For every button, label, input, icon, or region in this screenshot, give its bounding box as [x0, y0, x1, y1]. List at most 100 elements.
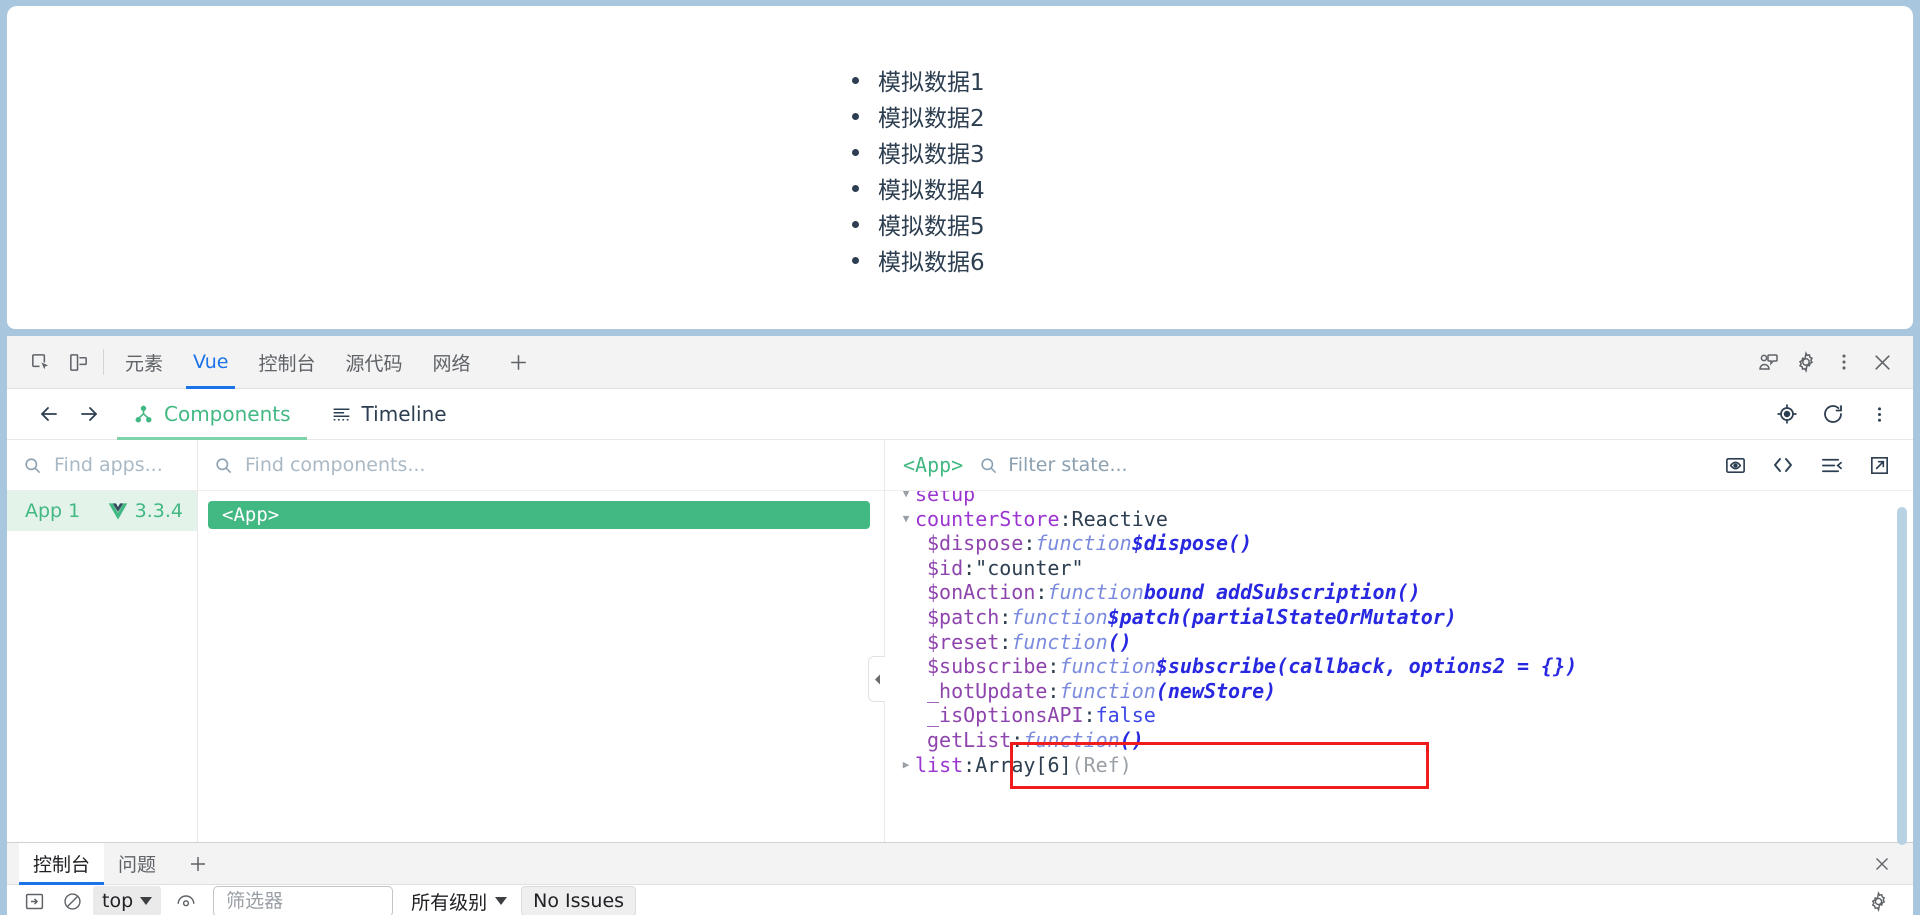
state-row-patch[interactable]: $patch : function $patch(partialStateOrM… — [885, 605, 1913, 630]
vue-panel-body: App 1 3.3.4 — [7, 440, 1913, 909]
state-row-list[interactable]: ▶ list : Array[6] (Ref) — [885, 753, 1913, 778]
detach-window-icon[interactable] — [1859, 445, 1899, 485]
devtools-window: 元素 Vue 控制台 源代码 网络 Components Timeline Fi… — [7, 336, 1913, 909]
console-sidebar-icon[interactable] — [17, 885, 51, 915]
console-level-value: 所有级别 — [411, 891, 488, 914]
state-value-name: () — [1107, 629, 1132, 654]
component-node-app[interactable]: <App> — [208, 501, 870, 529]
state-value-keyword: function — [1011, 604, 1108, 629]
refresh-icon[interactable] — [1813, 394, 1853, 434]
state-row-getlist[interactable]: getList : function () — [885, 728, 1913, 753]
chevron-down-icon[interactable]: ▼ — [897, 507, 915, 532]
state-row-counterstore[interactable]: ▼ counterStore : Reactive — [885, 507, 1913, 532]
chevron-right-icon[interactable]: ▶ — [897, 753, 915, 778]
state-row-id[interactable]: $id : "counter" — [885, 556, 1913, 581]
collapse-panel-handle[interactable] — [868, 656, 885, 702]
drawer-close-icon[interactable] — [1865, 847, 1899, 881]
more-vertical-icon[interactable] — [1825, 343, 1863, 381]
device-toolbar-icon[interactable] — [59, 343, 97, 381]
devtools-tab-sources[interactable]: 源代码 — [330, 336, 417, 389]
state-row-dispose[interactable]: $dispose : function $dispose() — [885, 531, 1913, 556]
open-in-editor-icon[interactable] — [1763, 445, 1803, 485]
filter-state-input[interactable] — [1006, 453, 1707, 477]
state-value: Array[6] — [975, 752, 1072, 777]
state-key: _isOptionsAPI — [927, 703, 1084, 728]
devtools-tab-elements[interactable]: 元素 — [110, 336, 178, 389]
collapse-all-icon[interactable] — [1811, 445, 1851, 485]
state-value-keyword: function — [1011, 629, 1108, 654]
devtools-tab-network[interactable]: 网络 — [418, 336, 486, 389]
state-key: setup — [915, 491, 976, 506]
state-key: getList — [927, 727, 1012, 752]
list-item: 模拟数据4 — [852, 170, 985, 206]
state-row-setup[interactable]: ▼ setup — [885, 491, 1913, 507]
drawer-tab-console[interactable]: 控制台 — [19, 842, 105, 885]
vue-tab-timeline[interactable]: Timeline — [315, 389, 463, 440]
state-value-keyword: function — [1035, 531, 1132, 556]
state-scrollbar[interactable] — [1897, 507, 1907, 845]
clear-console-icon[interactable] — [55, 885, 89, 915]
app-list-item-app1[interactable]: App 1 3.3.4 — [7, 491, 197, 531]
state-value: "counter" — [975, 555, 1084, 580]
state-sep: : — [963, 752, 976, 777]
state-value: false — [1095, 703, 1156, 728]
list-item: 模拟数据3 — [852, 134, 985, 170]
state-row-onaction[interactable]: $onAction : function bound addSubscripti… — [885, 580, 1913, 605]
tab-label: 网络 — [432, 352, 471, 375]
state-row-subscribe[interactable]: $subscribe : function $subscribe(callbac… — [885, 654, 1913, 679]
drawer-add-tab-icon[interactable] — [170, 843, 226, 885]
devtools-tab-vue[interactable]: Vue — [178, 336, 243, 389]
console-issues-label: No Issues — [533, 890, 625, 912]
drawer-tab-issues[interactable]: 问题 — [104, 843, 170, 885]
screen: 模拟数据1 模拟数据2 模拟数据3 模拟数据4 模拟数据5 模拟数据6 元素 V… — [0, 0, 1920, 915]
state-row-isoptionsapi[interactable]: _isOptionsAPI : false — [885, 703, 1913, 728]
close-icon[interactable] — [1863, 343, 1901, 381]
gear-icon[interactable] — [1787, 343, 1825, 381]
tab-label: 控制台 — [258, 352, 316, 375]
console-filter-input[interactable] — [224, 889, 383, 913]
console-filter-box — [213, 885, 394, 915]
state-sep: : — [1047, 654, 1060, 679]
state-value-keyword: function — [1023, 727, 1120, 752]
find-components-searchbar — [198, 440, 884, 491]
devtools-tab-console[interactable]: 控制台 — [243, 336, 330, 389]
vue-tab-components[interactable]: Components — [117, 389, 307, 440]
review-changes-icon[interactable] — [1749, 343, 1787, 381]
state-sep: : — [963, 555, 976, 580]
inspect-dom-icon[interactable] — [1715, 445, 1755, 485]
inspect-element-icon[interactable] — [21, 343, 59, 381]
live-expression-icon[interactable] — [169, 885, 203, 915]
state-row-reset[interactable]: $reset : function () — [885, 630, 1913, 655]
console-context-value: top — [102, 890, 134, 912]
tab-label: 元素 — [125, 352, 164, 375]
state-value: Reactive — [1071, 506, 1168, 531]
component-tree: <App> — [198, 491, 884, 529]
tab-label: 控制台 — [33, 854, 91, 876]
state-row-hotupdate[interactable]: _hotUpdate : function (newStore) — [885, 679, 1913, 704]
app-name-label: App 1 — [25, 500, 81, 522]
find-components-input[interactable] — [243, 453, 870, 477]
back-button[interactable] — [29, 394, 69, 434]
components-column: <App> — [198, 440, 885, 909]
chevron-down-icon[interactable]: ▼ — [897, 491, 915, 507]
forward-button[interactable] — [69, 394, 109, 434]
console-issues-button[interactable]: No Issues — [521, 886, 637, 915]
find-apps-input[interactable] — [52, 453, 183, 477]
console-level-select[interactable]: 所有级别 — [411, 888, 508, 915]
add-tab-icon[interactable] — [500, 343, 538, 381]
state-sep: : — [1011, 727, 1024, 752]
bullet-icon — [852, 148, 859, 156]
state-key: $dispose — [927, 531, 1024, 556]
state-key: $onAction — [927, 580, 1036, 605]
selected-component-label: <App> — [903, 453, 964, 477]
list-item-label: 模拟数据5 — [878, 214, 985, 240]
tab-label: Vue — [193, 351, 229, 373]
target-icon[interactable] — [1767, 394, 1807, 434]
state-sep: : — [1035, 580, 1048, 605]
console-context-select[interactable]: top — [93, 886, 162, 915]
apps-column: App 1 3.3.4 — [7, 440, 198, 909]
settings-gear-icon[interactable] — [1861, 885, 1895, 915]
bullet-icon — [852, 256, 859, 264]
mock-data-list: 模拟数据1 模拟数据2 模拟数据3 模拟数据4 模拟数据5 模拟数据6 — [852, 62, 985, 278]
more-vertical-icon[interactable] — [1859, 394, 1899, 434]
